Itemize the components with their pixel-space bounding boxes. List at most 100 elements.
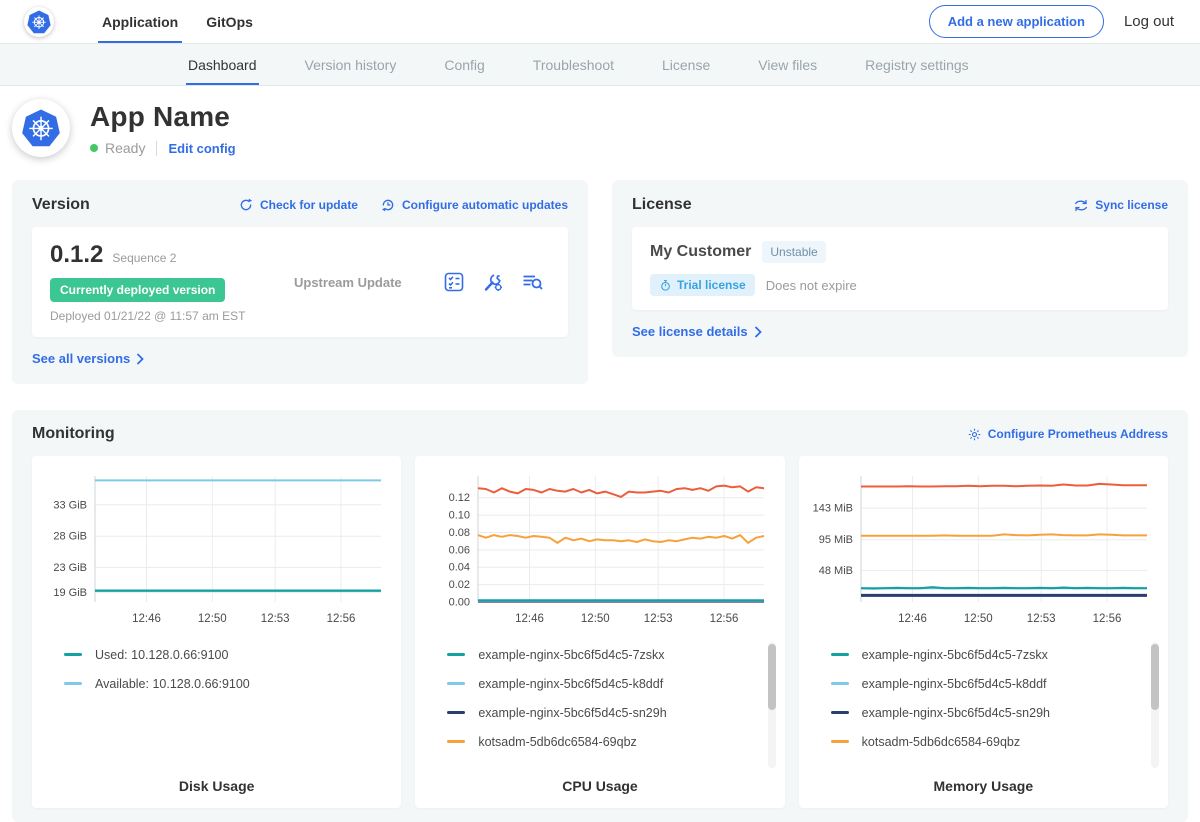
svg-text:12:46: 12:46 — [132, 613, 161, 625]
legend-item: example-nginx-5bc6f5d4c5-k8ddf — [831, 669, 1160, 698]
expiry-label: Does not expire — [766, 278, 857, 293]
page-title: App Name — [90, 101, 236, 133]
legend-item: Available: 10.128.0.66:9100 — [64, 669, 393, 698]
update-type-label: Upstream Update — [282, 275, 442, 290]
configure-prometheus-label: Configure Prometheus Address — [988, 427, 1168, 441]
legend-scrollbar[interactable] — [1151, 642, 1159, 768]
tab-gitops[interactable]: GitOps — [192, 0, 267, 43]
svg-text:0.02: 0.02 — [449, 579, 470, 591]
see-license-details-link[interactable]: See license details — [632, 324, 762, 339]
cpu-usage-chart-card: 0.120.100.080.060.040.020.0012:4612:5012… — [415, 456, 784, 808]
legend-label: example-nginx-5bc6f5d4c5-sn29h — [862, 706, 1050, 720]
legend-item: example-nginx-5bc6f5d4c5-sn29h — [447, 698, 776, 727]
svg-text:0.10: 0.10 — [449, 510, 470, 522]
svg-text:48 MiB: 48 MiB — [819, 565, 853, 577]
disk-usage-chart-card: 33 GiB28 GiB23 GiB19 GiB12:4612:5012:531… — [32, 456, 401, 808]
add-new-application-button[interactable]: Add a new application — [929, 5, 1104, 38]
legend-color-dash — [447, 653, 465, 656]
monitoring-title: Monitoring — [32, 425, 115, 443]
ready-status-label: Ready — [105, 140, 145, 156]
disk-usage-chart[interactable]: 33 GiB28 GiB23 GiB19 GiB12:4612:5012:531… — [40, 468, 393, 630]
see-all-versions-link[interactable]: See all versions — [32, 351, 144, 366]
svg-text:12:56: 12:56 — [710, 613, 739, 625]
check-for-update-link[interactable]: Check for update — [238, 197, 358, 213]
deploy-logs-icon[interactable] — [520, 270, 544, 294]
legend-label: example-nginx-5bc6f5d4c5-k8ddf — [862, 677, 1047, 691]
svg-text:0.06: 0.06 — [449, 544, 470, 556]
configure-automatic-updates-link[interactable]: Configure automatic updates — [380, 197, 568, 213]
svg-text:0.04: 0.04 — [449, 562, 470, 574]
subnav-troubleshoot[interactable]: Troubleshoot — [533, 44, 614, 85]
cpu-usage-chart[interactable]: 0.120.100.080.060.040.020.0012:4612:5012… — [423, 468, 776, 630]
svg-text:33 GiB: 33 GiB — [53, 499, 87, 511]
deployed-timestamp: Deployed 01/21/22 @ 11:57 am EST — [50, 309, 282, 323]
legend-label: kotsadm-5db6dc6584-69qbz — [478, 735, 636, 749]
legend-color-dash — [447, 682, 465, 685]
kubernetes-app-icon — [20, 107, 62, 149]
subnav-view-files[interactable]: View files — [758, 44, 817, 85]
sync-arrows-icon — [1073, 198, 1089, 213]
legend-color-dash — [64, 653, 82, 656]
legend-label: Available: 10.128.0.66:9100 — [95, 677, 250, 691]
legend-color-dash — [831, 740, 849, 743]
sequence-label: Sequence 2 — [112, 251, 176, 265]
svg-text:12:50: 12:50 — [198, 613, 227, 625]
subnav-dashboard[interactable]: Dashboard — [188, 44, 257, 85]
disk-usage-chart-title: Disk Usage — [40, 778, 393, 794]
channel-badge: Unstable — [762, 241, 825, 263]
svg-text:143 MiB: 143 MiB — [813, 503, 853, 515]
trial-license-badge: Trial license — [650, 274, 755, 296]
legend-item: Used: 10.128.0.66:9100 — [64, 640, 393, 669]
legend-scrollbar-thumb[interactable] — [768, 644, 776, 710]
legend-item: example-nginx-5bc6f5d4c5-k8ddf — [447, 669, 776, 698]
svg-text:0.08: 0.08 — [449, 527, 470, 539]
legend-label: example-nginx-5bc6f5d4c5-k8ddf — [478, 677, 663, 691]
monitoring-section: Monitoring Configure Prometheus Address … — [12, 410, 1188, 822]
svg-text:0.00: 0.00 — [449, 597, 470, 609]
edit-config-link[interactable]: Edit config — [168, 141, 235, 156]
divider — [156, 141, 157, 156]
legend-color-dash — [831, 653, 849, 656]
legend-color-dash — [447, 740, 465, 743]
configure-prometheus-link[interactable]: Configure Prometheus Address — [967, 427, 1168, 442]
kubernetes-logo-icon — [26, 9, 52, 35]
preflight-checks-icon[interactable] — [442, 270, 466, 294]
disk-usage-legend: Used: 10.128.0.66:9100 Available: 10.128.… — [64, 640, 393, 762]
cpu-usage-chart-title: CPU Usage — [423, 778, 776, 794]
edit-config-wrench-icon[interactable] — [481, 270, 505, 294]
svg-text:0.12: 0.12 — [449, 492, 470, 504]
auto-update-clock-icon — [380, 197, 396, 213]
legend-item: kotsadm-5db6dc6584-69qbz — [831, 727, 1160, 756]
memory-usage-legend: example-nginx-5bc6f5d4c5-7zskxexample-ng… — [831, 640, 1160, 762]
legend-item: example-nginx-5bc6f5d4c5-7zskx — [447, 640, 776, 669]
memory-usage-chart[interactable]: 143 MiB95 MiB48 MiB12:4612:5012:5312:56 — [807, 468, 1160, 630]
tab-application[interactable]: Application — [88, 0, 192, 43]
subnav-config[interactable]: Config — [444, 44, 484, 85]
ready-status-dot — [90, 144, 98, 152]
subnav-version-history[interactable]: Version history — [305, 44, 397, 85]
memory-usage-chart-card: 143 MiB95 MiB48 MiB12:4612:5012:5312:56 … — [799, 456, 1168, 808]
log-out-link[interactable]: Log out — [1124, 13, 1174, 30]
cpu-usage-legend: example-nginx-5bc6f5d4c5-7zskx example-ng… — [447, 640, 776, 762]
memory-usage-chart-title: Memory Usage — [807, 778, 1160, 794]
check-for-update-label: Check for update — [260, 198, 358, 212]
gear-icon — [967, 427, 982, 442]
tab-application-label: Application — [102, 14, 178, 30]
legend-scrollbar-thumb[interactable] — [1151, 644, 1159, 710]
version-card-title: Version — [32, 196, 90, 214]
customer-name: My Customer — [650, 243, 751, 261]
subnav-license[interactable]: License — [662, 44, 710, 85]
svg-text:28 GiB: 28 GiB — [53, 531, 87, 543]
sync-license-label: Sync license — [1095, 198, 1168, 212]
kubernetes-logo[interactable] — [24, 7, 54, 37]
see-license-details-label: See license details — [632, 324, 748, 339]
sync-license-link[interactable]: Sync license — [1073, 198, 1168, 213]
chevron-right-icon — [754, 326, 762, 338]
legend-label: example-nginx-5bc6f5d4c5-7zskx — [478, 648, 664, 662]
version-card: Version Check for update Configure autom… — [12, 180, 588, 384]
svg-text:23 GiB: 23 GiB — [53, 562, 87, 574]
license-card-title: License — [632, 196, 692, 214]
svg-text:12:46: 12:46 — [515, 613, 544, 625]
legend-scrollbar[interactable] — [768, 642, 776, 768]
subnav-registry-settings[interactable]: Registry settings — [865, 44, 968, 85]
